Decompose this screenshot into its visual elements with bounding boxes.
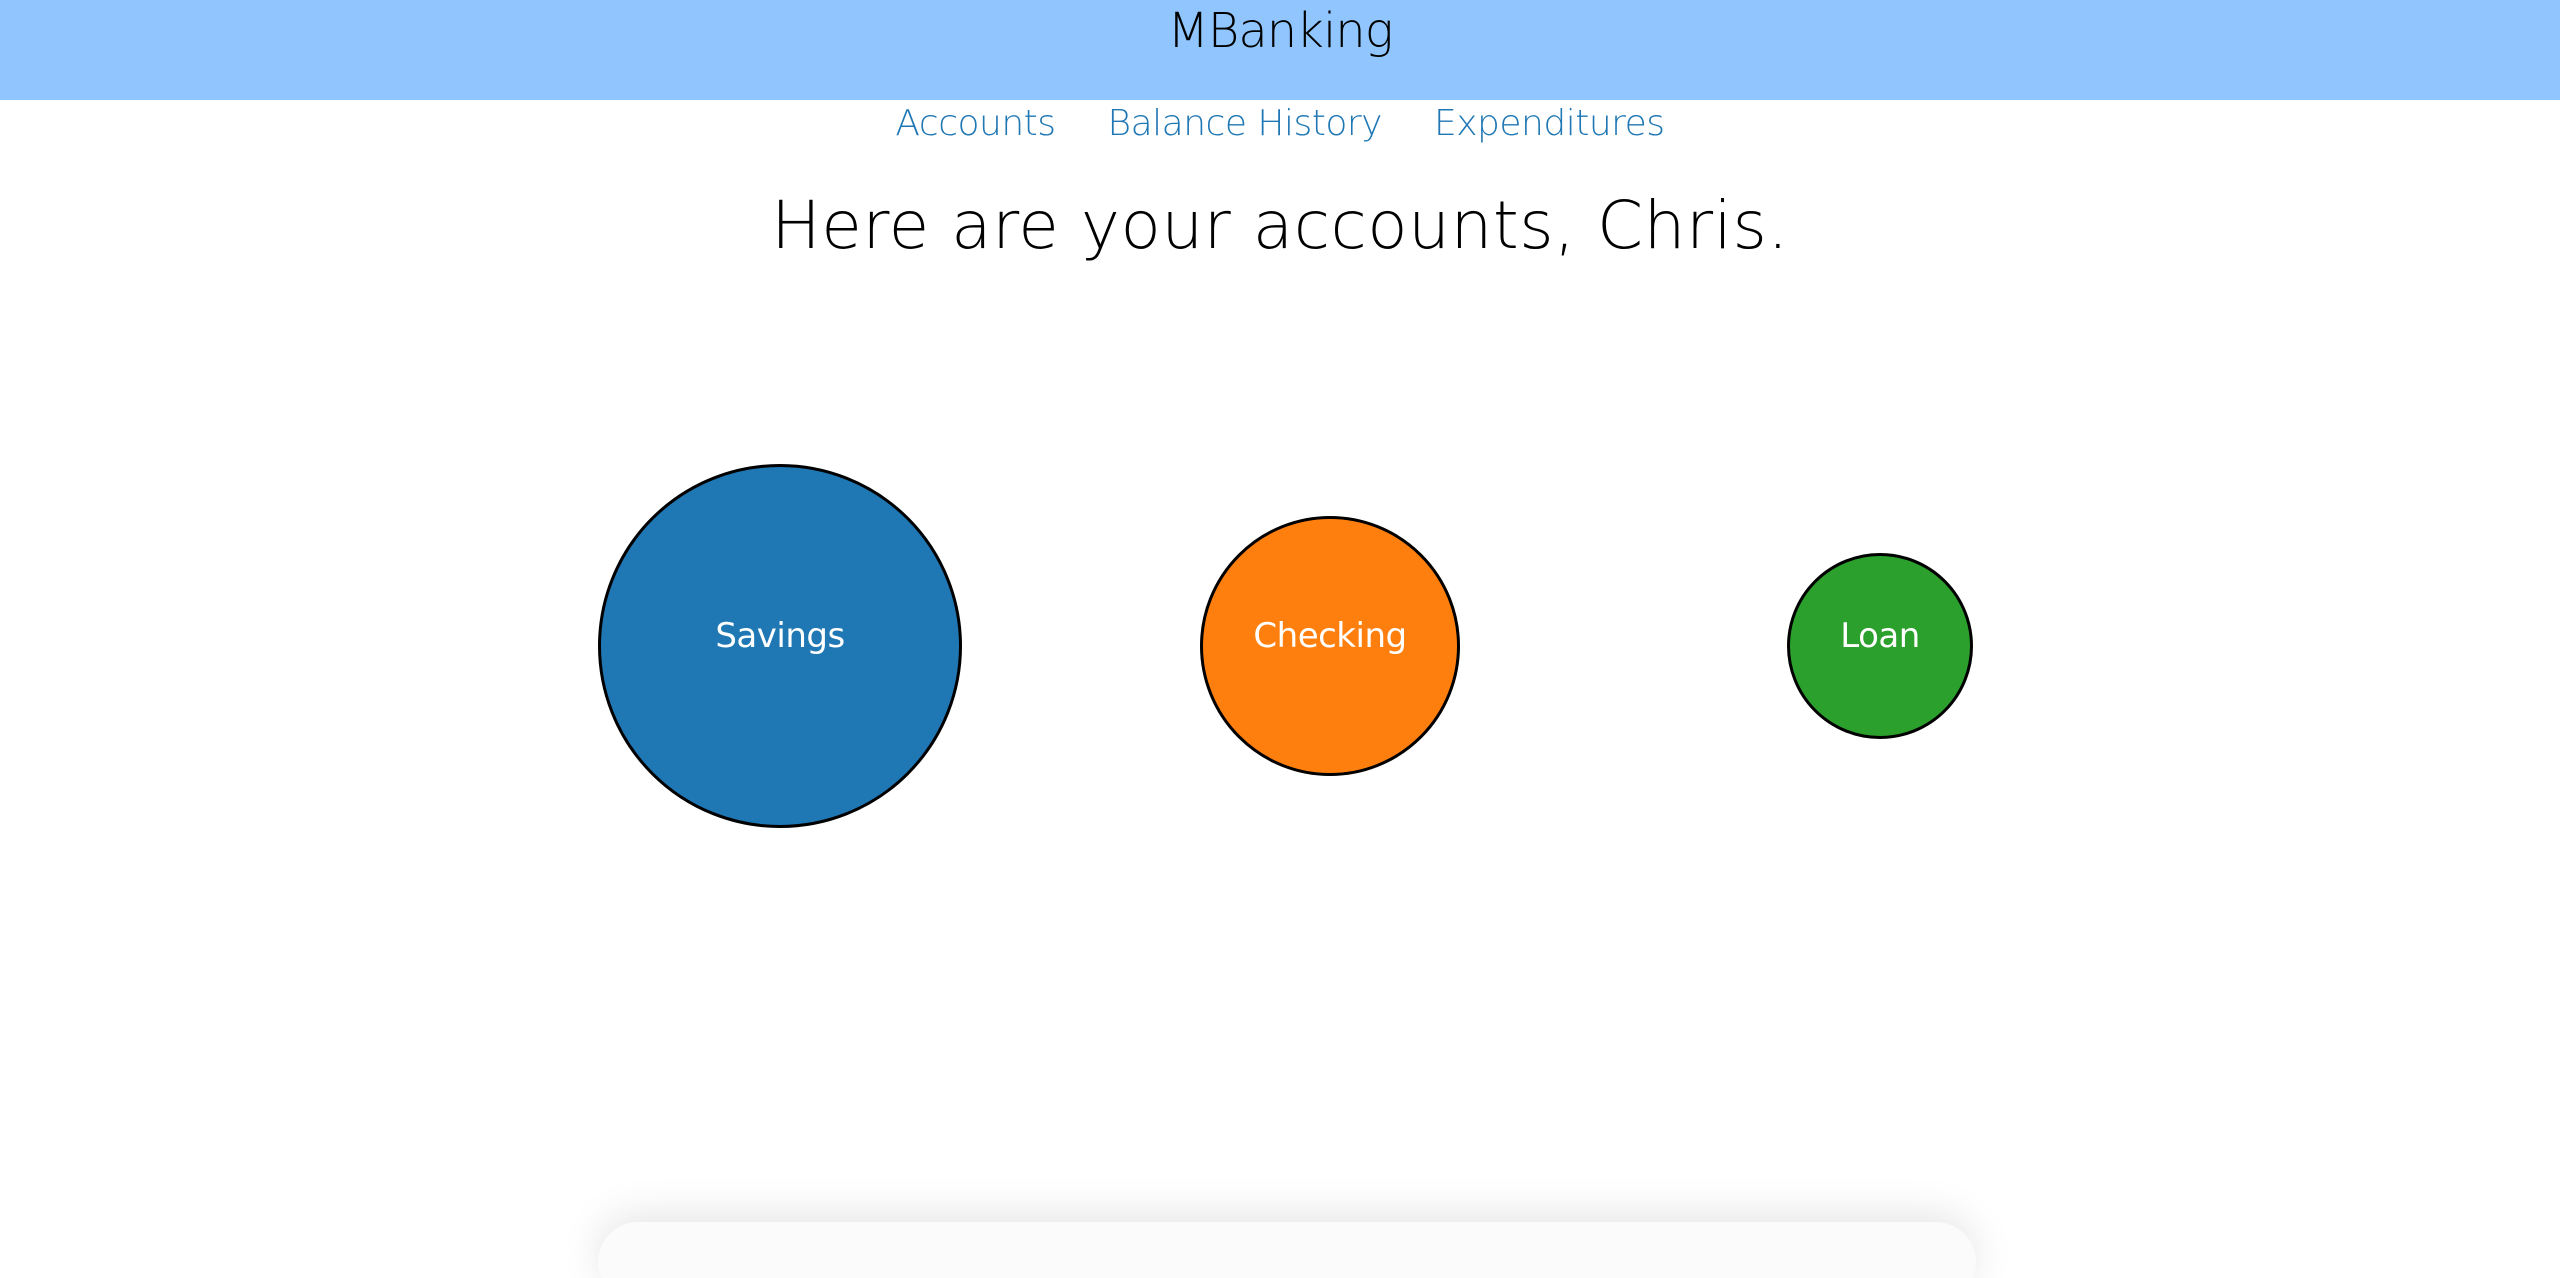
page-title: Here are your accounts, Chris. xyxy=(771,187,1789,264)
bottom-panel-edge xyxy=(598,1222,1976,1278)
nav-link-expenditures[interactable]: Expenditures xyxy=(1434,96,1665,152)
nav-link-accounts[interactable]: Accounts xyxy=(895,96,1056,152)
main-nav: Accounts Balance History Expenditures xyxy=(0,96,2560,152)
account-label-savings: Savings xyxy=(715,616,845,656)
account-bubble-loan[interactable]: Loan xyxy=(1787,553,1973,739)
nav-link-balance-history[interactable]: Balance History xyxy=(1108,96,1383,152)
page: MBanking Accounts Balance History Expend… xyxy=(0,0,2560,1278)
account-label-loan: Loan xyxy=(1840,616,1920,656)
app-title: MBanking xyxy=(1167,3,1393,59)
account-bubble-checking[interactable]: Checking xyxy=(1200,516,1460,776)
account-label-checking: Checking xyxy=(1253,616,1407,656)
account-bubble-savings[interactable]: Savings xyxy=(598,464,962,828)
